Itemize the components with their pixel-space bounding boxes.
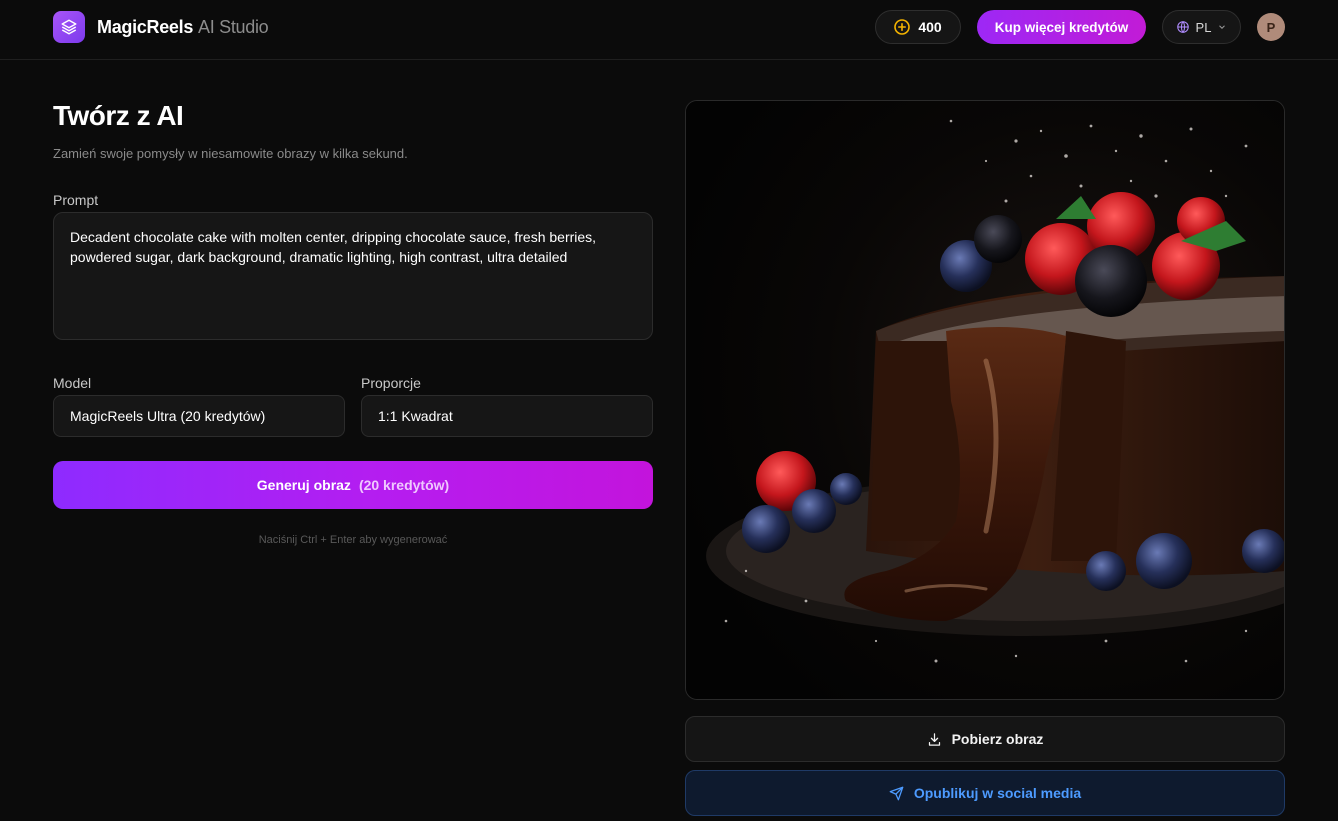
language-selector[interactable]: PL	[1162, 10, 1241, 44]
generate-cost: (20 kredytów)	[358, 477, 450, 493]
top-bar: MagicReels AI Studio 400 Kup więcej kredy…	[0, 0, 1338, 60]
avatar[interactable]: P	[1257, 13, 1285, 41]
brand-subtitle: AI Studio	[198, 16, 269, 37]
model-select[interactable]: MagicReels Ultra (20 kredytów)	[53, 395, 345, 437]
page-title: Twórz z AI	[53, 100, 184, 131]
credits-count: 400	[918, 19, 942, 35]
brand-name: MagicReels	[97, 16, 194, 37]
generate-label: Generuj obraz	[256, 477, 351, 493]
coin-icon	[894, 19, 911, 35]
globe-icon	[1176, 20, 1189, 34]
language-code: PL	[1195, 19, 1212, 35]
publish-button[interactable]: Opublikuj w social media	[685, 770, 1285, 816]
page-subtitle: Zamień swoje pomysły w niesamowite obraz…	[53, 146, 408, 161]
keyboard-hint: Naciśnij Ctrl + Enter aby wygenerować	[258, 534, 448, 546]
download-button[interactable]: Pobierz obraz	[685, 716, 1285, 762]
chocolate-cake-image	[686, 101, 1284, 699]
generated-image	[685, 100, 1285, 700]
publish-label: Opublikuj w social media	[913, 785, 1082, 801]
credits-balance[interactable]: 400	[875, 10, 961, 44]
generate-button[interactable]: Generuj obraz (20 kredytów)	[53, 461, 653, 509]
layers-icon	[53, 11, 85, 43]
chevron-down-icon	[1219, 25, 1226, 29]
model-label: Model	[53, 375, 92, 391]
prompt-label: Prompt	[53, 192, 99, 208]
download-icon	[928, 732, 940, 746]
buy-credits-button[interactable]: Kup więcej kredytów	[977, 10, 1146, 44]
prompt-input[interactable]: Decadent chocolate cake with molten cent…	[53, 212, 653, 340]
download-label: Pobierz obraz	[951, 731, 1044, 747]
send-icon	[889, 786, 904, 800]
ratio-label: Proporcje	[361, 375, 421, 391]
ratio-select[interactable]: 1:1 Kwadrat	[361, 395, 653, 437]
brand[interactable]: MagicReels AI Studio	[53, 11, 269, 43]
